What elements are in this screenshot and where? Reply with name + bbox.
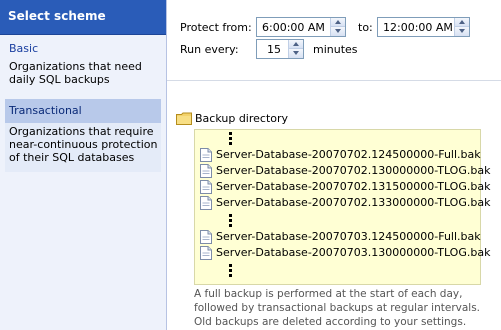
file-name: Server-Database-20070702.124500000-Full.… (216, 148, 481, 161)
ellipsis-dots (229, 214, 232, 229)
file-name: Server-Database-20070703.124500000-Full.… (216, 230, 481, 243)
protect-from-spinner[interactable]: 6:00:00 AM (256, 17, 346, 37)
protect-from-down-button[interactable] (331, 27, 345, 36)
protect-from-label: Protect from: (180, 21, 252, 34)
scheme-panel: Select scheme Basic Organizations that n… (0, 0, 167, 330)
folder-icon (176, 112, 192, 125)
file-name: Server-Database-20070702.133000000-TLOG.… (216, 196, 491, 209)
file-icon (200, 246, 212, 260)
caption-line: followed by transactional backups at reg… (194, 302, 481, 314)
file-icon (200, 164, 212, 178)
arrow-up-icon (459, 20, 465, 24)
scheme-basic-description[interactable]: Organizations that need daily SQL backup… (9, 60, 159, 86)
run-every-down-button[interactable] (289, 49, 303, 58)
scheme-transactional-title[interactable]: Transactional (5, 99, 161, 123)
arrow-down-icon (459, 29, 465, 33)
file-icon (200, 196, 212, 210)
schedule-controls: Protect from: 6:00:00 AM to: 12:00:00 AM… (167, 0, 501, 80)
run-every-up-button[interactable] (289, 40, 303, 49)
run-every-spinner[interactable]: 15 (256, 39, 304, 59)
file-name: Server-Database-20070703.130000000-TLOG.… (216, 246, 491, 259)
to-label: to: (358, 21, 373, 34)
arrow-down-icon (293, 51, 299, 55)
to-value[interactable]: 12:00:00 AM (383, 21, 453, 34)
to-spinner[interactable]: 12:00:00 AM (377, 17, 470, 37)
to-down-button[interactable] (455, 27, 469, 36)
scheme-transactional-item[interactable]: Transactional Organizations that require… (5, 99, 161, 172)
arrow-up-icon (335, 20, 341, 24)
file-name: Server-Database-20070702.131500000-TLOG.… (216, 180, 491, 193)
run-every-unit: minutes (313, 43, 358, 56)
ellipsis-dots (229, 264, 232, 279)
file-name: Server-Database-20070702.130000000-TLOG.… (216, 164, 491, 177)
scheme-basic-title[interactable]: Basic (9, 42, 38, 55)
file-icon (200, 180, 212, 194)
file-icon (200, 148, 212, 162)
arrow-up-icon (293, 42, 299, 46)
protect-from-up-button[interactable] (331, 18, 345, 27)
file-icon (200, 230, 212, 244)
run-every-label: Run every: (180, 43, 239, 56)
scheme-caption: A full backup is performed at the start … (194, 287, 494, 329)
backup-directory-label: Backup directory (195, 112, 289, 125)
caption-line: Old backups are deleted according to you… (194, 316, 467, 328)
to-up-button[interactable] (455, 18, 469, 27)
run-every-value[interactable]: 15 (267, 43, 281, 56)
backup-file-list: Server-Database-20070702.124500000-Full.… (194, 129, 490, 285)
ellipsis-dots (229, 132, 232, 147)
scheme-transactional-description[interactable]: Organizations that require near-continuo… (5, 123, 161, 164)
caption-line: A full backup is performed at the start … (194, 288, 463, 300)
protect-from-value[interactable]: 6:00:00 AM (262, 21, 325, 34)
section-divider (167, 80, 501, 81)
arrow-down-icon (335, 29, 341, 33)
scheme-panel-header: Select scheme (0, 0, 166, 35)
